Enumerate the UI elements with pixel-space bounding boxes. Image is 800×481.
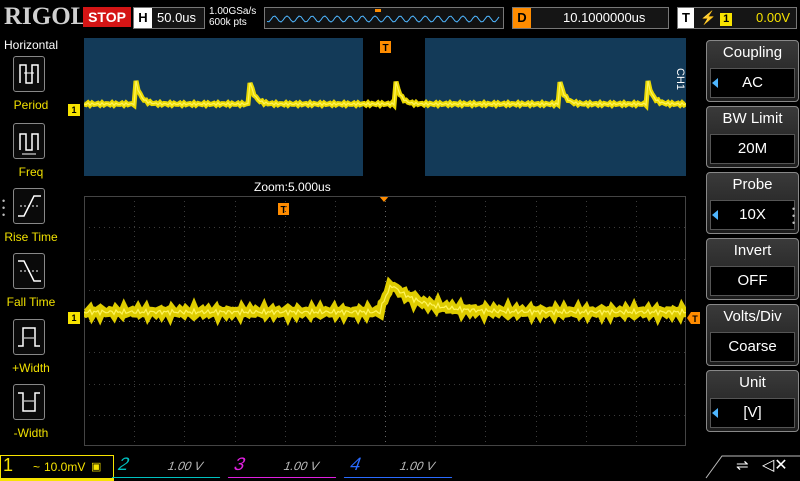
ch1-offset-marker-overview[interactable]: 1 <box>68 104 80 116</box>
horizontal-measure-menu: Horizontal Period Freq Rise Time Fall Ti… <box>0 38 62 448</box>
volts-div-button[interactable]: Volts/Div Coarse <box>706 304 799 366</box>
probe-arrow-icon <box>712 210 718 220</box>
memory-overview-waveform <box>266 9 500 23</box>
frequency-icon <box>13 123 45 159</box>
channel-1-scale: 10.0mV <box>44 460 86 474</box>
page-dots-icon: • • • <box>2 196 6 220</box>
channel-2-number: 2 <box>115 454 133 474</box>
top-status-bar: RIGOL STOP H 50.0us 1.00GSa/s 600k pts D … <box>0 0 800 38</box>
positive-width-icon <box>13 319 45 355</box>
speaker-muted-icon[interactable]: ◁✕ <box>762 455 788 475</box>
unit-arrow-icon <box>712 408 718 418</box>
channel-2-scale: 1.00 V <box>165 459 206 473</box>
probe-button[interactable]: Probe 10X <box>706 172 799 234</box>
right-page-dots-icon: • • • <box>792 204 796 228</box>
channel-1-number: 1 <box>3 455 14 475</box>
trigger-label: T <box>678 8 694 28</box>
delay-box[interactable]: D 10.1000000us <box>512 7 669 29</box>
memory-overview-bar <box>264 7 504 29</box>
bw-limit-button[interactable]: BW Limit 20M <box>706 106 799 168</box>
volts-div-value: Coarse <box>710 332 795 362</box>
negative-width-icon <box>13 384 45 420</box>
bw-limit-title: BW Limit <box>722 110 783 127</box>
sample-rate: 1.00GSa/s <box>209 6 257 17</box>
coupling-value: AC <box>710 68 795 98</box>
probe-value: 10X <box>710 200 795 230</box>
channel-1-bw-icon: ▣ <box>91 461 102 473</box>
channel-4-scale: 1.00 V <box>397 459 438 473</box>
horizontal-timebase-box[interactable]: H 50.0us <box>133 7 205 29</box>
measure-negative-width-label: -Width <box>13 426 49 440</box>
channel-4-status[interactable]: 4 1.00 V <box>343 454 461 478</box>
run-stop-status[interactable]: STOP <box>83 7 131 27</box>
period-icon <box>13 56 45 92</box>
zoom-scale-label: Zoom:5.000us <box>254 180 331 194</box>
svg-text:T: T <box>382 43 388 54</box>
svg-text:T: T <box>692 314 698 324</box>
zoom-grid <box>84 196 686 446</box>
unit-button[interactable]: Unit [V] <box>706 370 799 432</box>
fall-time-icon <box>13 253 45 289</box>
invert-title: Invert <box>733 242 772 259</box>
unit-value: [V] <box>710 398 795 428</box>
measure-period-label: Period <box>13 98 49 112</box>
waveform-display[interactable]: T 1 Zoom:5.000us T 1 T <box>62 38 700 448</box>
channel-status-bar: 1 ~ 10.0mV ▣ 2 1.00 V 3 1.00 V 4 1.00 V <box>0 452 800 481</box>
channel-1-status[interactable]: 1 ~ 10.0mV ▣ <box>0 455 114 481</box>
memory-depth: 600k pts <box>209 17 247 28</box>
ch1-offset-marker-zoom[interactable]: 1 <box>68 312 80 324</box>
bw-limit-value: 20M <box>710 134 795 164</box>
coupling-arrow-icon <box>712 78 718 88</box>
channel-3-status[interactable]: 3 1.00 V <box>227 454 345 478</box>
zoom-waveform <box>84 196 686 446</box>
delay-label: D <box>513 8 531 28</box>
overview-trigger-marker: T <box>380 41 391 54</box>
trigger-box[interactable]: T ⚡ 1 0.00V <box>677 7 797 29</box>
usb-icon: ⇌ <box>736 457 749 474</box>
invert-value: OFF <box>710 266 795 296</box>
measure-rise-time-label: Rise Time <box>4 230 58 244</box>
unit-title: Unit <box>739 374 766 391</box>
trigger-source: 1 <box>720 13 733 26</box>
brand-logo: RIGOL <box>4 3 88 30</box>
measure-freq-label: Freq <box>18 165 44 179</box>
menu-title: Horizontal <box>3 38 59 52</box>
measure-fall-time-label: Fall Time <box>6 295 56 309</box>
channel-1-coupling-icon: ~ <box>33 460 41 474</box>
measure-positive-width-label: +Width <box>12 361 50 375</box>
trigger-level: 0.00V <box>756 10 790 25</box>
ch1-menu-tag: CH1 <box>674 68 686 91</box>
coupling-title: Coupling <box>722 44 783 61</box>
timebase-value: 50.0us <box>157 10 197 25</box>
delay-value: 10.1000000us <box>563 10 646 25</box>
coupling-button[interactable]: Coupling AC <box>706 40 799 102</box>
channel-3-number: 3 <box>231 454 249 474</box>
mini-trigger-icon <box>375 9 381 12</box>
trigger-level-marker[interactable]: T <box>687 312 701 324</box>
sample-info: 1.00GSa/s 600k pts <box>209 6 256 28</box>
rise-time-icon <box>13 188 45 224</box>
overview-trace <box>84 80 686 111</box>
volts-div-title: Volts/Div <box>723 308 782 325</box>
channel-3-scale: 1.00 V <box>281 459 322 473</box>
channel-settings-menu: Coupling AC BW Limit 20M Probe 10X Inver… <box>702 38 800 448</box>
probe-title: Probe <box>732 176 773 193</box>
horizontal-label: H <box>134 8 152 28</box>
channel-4-number: 4 <box>347 454 365 474</box>
trigger-edge-icon: ⚡ <box>700 10 717 25</box>
channel-2-status[interactable]: 2 1.00 V <box>111 454 229 478</box>
invert-button[interactable]: Invert OFF <box>706 238 799 300</box>
zoom-overview-area <box>84 38 686 176</box>
